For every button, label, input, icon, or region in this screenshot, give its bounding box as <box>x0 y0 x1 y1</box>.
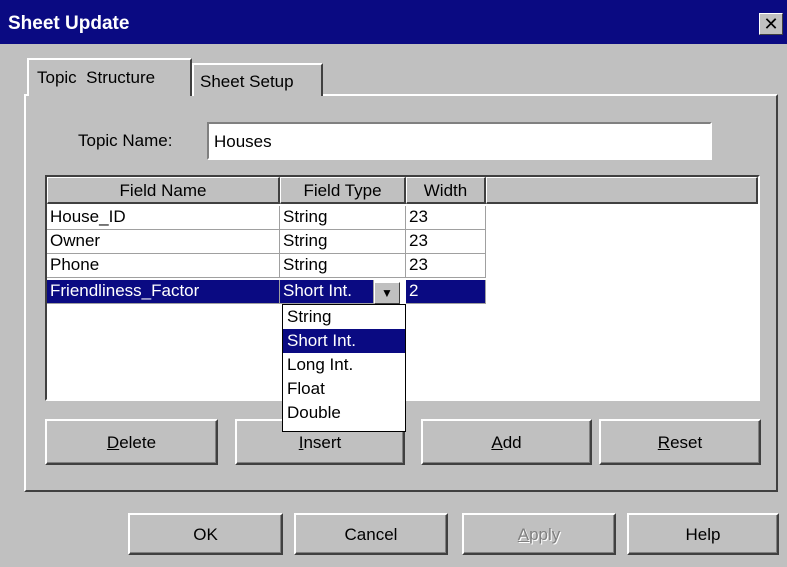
dropdown-option-float[interactable]: Float <box>283 377 405 401</box>
column-header-width[interactable]: Width <box>406 177 486 204</box>
dropdown-option-string[interactable]: String <box>283 305 405 329</box>
cell-field-name[interactable]: Phone <box>47 254 280 278</box>
column-header-label: Field Name <box>119 181 207 200</box>
delete-button[interactable]: Delete <box>45 419 218 465</box>
dropdown-option-double[interactable]: Double <box>283 401 405 425</box>
column-header-field-type[interactable]: Field Type <box>280 177 406 204</box>
cell-field-name[interactable]: House_ID <box>47 206 280 230</box>
dropdown-option-long-int[interactable]: Long Int. <box>283 353 405 377</box>
add-label: dd <box>502 433 522 452</box>
field-type-combo[interactable]: Short Int. <box>280 280 374 304</box>
help-label: Help <box>685 525 721 544</box>
cell-field-type[interactable]: String <box>280 206 406 230</box>
insert-label: nsert <box>303 433 342 452</box>
chevron-down-icon: ▼ <box>381 286 393 300</box>
topic-name-input[interactable]: Houses <box>207 122 712 160</box>
topic-name-value: Houses <box>214 132 272 151</box>
cell-field-type[interactable]: String <box>280 254 406 278</box>
topic-name-label: Topic Name: <box>78 131 173 150</box>
reset-button[interactable]: Reset <box>599 419 761 465</box>
reset-mnemonic: R <box>657 433 671 452</box>
close-icon: ✕ <box>763 14 779 34</box>
cell-width[interactable]: 23 <box>406 254 486 278</box>
tab-sheet-setup[interactable]: Sheet Setup <box>192 63 323 96</box>
column-header-field-name[interactable]: Field Name <box>47 177 280 204</box>
cell-width[interactable]: 23 <box>406 206 486 230</box>
tab-sheet-setup-label: Sheet Setup <box>200 72 294 91</box>
cancel-button[interactable]: Cancel <box>294 513 448 555</box>
apply-mnemonic: A <box>517 525 530 544</box>
cell-width-selected[interactable]: 2 <box>406 280 486 304</box>
cancel-label: Cancel <box>344 525 398 544</box>
reset-label: eset <box>670 433 703 452</box>
dropdown-option-short-int[interactable]: Short Int. <box>283 329 405 353</box>
apply-button: Apply <box>462 513 616 555</box>
cell-field-name-selected[interactable]: Friendliness_Factor <box>47 280 280 304</box>
delete-mnemonic: D <box>106 433 120 452</box>
cell-width[interactable]: 23 <box>406 230 486 254</box>
column-header-label: Field Type <box>303 181 382 200</box>
close-button[interactable]: ✕ <box>759 13 783 35</box>
tab-topic-structure-label: Topic Structure <box>37 68 156 87</box>
ok-label: OK <box>193 525 218 544</box>
tab-topic-structure[interactable]: Topic Structure <box>27 58 192 96</box>
field-type-dropdown-list[interactable]: String Short Int. Long Int. Float Double <box>282 304 406 432</box>
delete-label: elete <box>119 433 157 452</box>
cell-field-name[interactable]: Owner <box>47 230 280 254</box>
apply-label: pply <box>529 525 561 544</box>
ok-button[interactable]: OK <box>128 513 283 555</box>
cell-field-type[interactable]: String <box>280 230 406 254</box>
column-header-empty <box>486 177 758 204</box>
title-bar: Sheet Update ✕ <box>0 0 787 44</box>
add-button[interactable]: Add <box>421 419 592 465</box>
help-button[interactable]: Help <box>627 513 779 555</box>
column-header-label: Width <box>423 181 468 200</box>
window-title: Sheet Update <box>8 13 130 34</box>
dropdown-button[interactable]: ▼ <box>374 282 400 304</box>
add-mnemonic: A <box>491 433 503 452</box>
